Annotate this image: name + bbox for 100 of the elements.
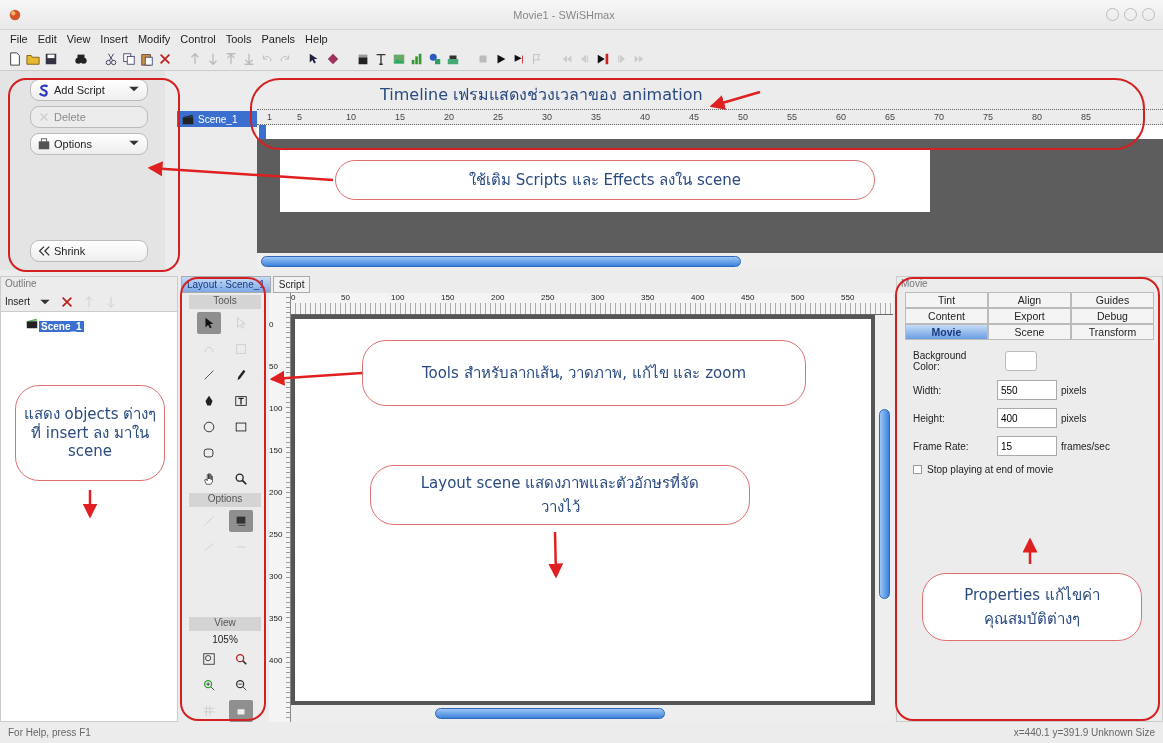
menu-item[interactable]: Help — [305, 33, 328, 45]
ruler-label: 150 — [269, 446, 284, 457]
annotation-arrow — [709, 90, 761, 110]
new-document-icon[interactable] — [8, 52, 22, 66]
zoom-in-icon[interactable] — [202, 678, 216, 692]
annotation-callout: แสดง objects ต่างๆ ที่ insert ลง มาใน scene — [15, 385, 165, 481]
rectangle-tool-icon[interactable] — [234, 420, 248, 434]
script-icon — [37, 83, 51, 97]
zoom-actual-icon[interactable] — [234, 652, 248, 666]
menu-item[interactable]: Insert — [100, 33, 128, 45]
frame-number: 80 — [1032, 112, 1043, 122]
frame-number: 5 — [297, 112, 303, 122]
input-field[interactable]: 400 — [997, 408, 1057, 428]
properties-tab[interactable]: Movie — [905, 324, 988, 340]
outline-item[interactable]: Scene_1 — [39, 321, 84, 332]
properties-tab[interactable]: Scene — [988, 324, 1071, 340]
scroll-thumb[interactable] — [435, 708, 665, 719]
delete-icon[interactable] — [158, 52, 172, 66]
paste-icon[interactable] — [140, 52, 154, 66]
insert-menu[interactable]: Insert — [5, 296, 30, 307]
menu-item[interactable]: File — [10, 33, 28, 45]
playhead-marker[interactable] — [259, 125, 266, 139]
frame-number: 20 — [444, 112, 455, 122]
ruler-label: 0 — [269, 320, 275, 331]
rounded-rectangle-icon[interactable] — [202, 446, 216, 460]
timeline-scene-row[interactable]: Scene_1 — [177, 111, 257, 127]
menu-item[interactable]: Tools — [225, 33, 252, 45]
save-icon[interactable] — [44, 52, 58, 66]
menu-item[interactable]: View — [66, 33, 91, 45]
zoom-fit-icon[interactable] — [202, 652, 216, 666]
line-tool-icon[interactable] — [202, 368, 216, 382]
frame-number: 15 — [395, 112, 406, 122]
frame-number: 50 — [738, 112, 749, 122]
zoom-level-dropdown[interactable]: 105% — [212, 634, 238, 645]
play-flag-icon[interactable] — [512, 52, 526, 66]
menu-item[interactable]: Control — [180, 33, 216, 45]
ruler-label: 350 — [269, 614, 284, 625]
panel-title: Outline — [1, 277, 177, 292]
field-label: Background Color: — [913, 350, 968, 372]
properties-tab[interactable]: Guides — [1071, 292, 1154, 308]
zoom-tool-icon[interactable] — [234, 472, 248, 486]
binoculars-icon[interactable] — [74, 52, 88, 66]
scroll-thumb[interactable] — [878, 409, 890, 599]
properties-tab[interactable]: Debug — [1071, 308, 1154, 324]
ruler-label: 300 — [269, 572, 284, 583]
zoom-out-icon[interactable] — [234, 678, 248, 692]
annotation-callout: ใช้เติม Scripts และ Effects ลงใน scene — [335, 160, 875, 200]
ruler-label: 100 — [269, 404, 284, 415]
annotation-arrow — [1022, 537, 1038, 564]
ruler-label: 500 — [791, 293, 841, 303]
properties-tab[interactable]: Tint — [905, 292, 988, 308]
menu-item[interactable]: Edit — [37, 33, 57, 45]
frame-number: 35 — [591, 112, 602, 122]
hand-tool-icon[interactable] — [202, 472, 216, 486]
text-tool-icon[interactable] — [234, 394, 248, 408]
frame-number: 40 — [640, 112, 651, 122]
annotation-callout: Layout scene แสดงภาพและตัวอักษรที่จัดวางไว้ — [370, 465, 750, 525]
copy-icon[interactable] — [122, 52, 136, 66]
unit-label: pixels — [1061, 412, 1087, 424]
frame-number: 70 — [934, 112, 945, 122]
script-panel-button[interactable]: Options — [30, 133, 148, 155]
open-folder-icon[interactable] — [26, 52, 40, 66]
stop-playing-checkbox[interactable]: Stop playing at end of movie — [913, 464, 1146, 475]
color-picker[interactable] — [1005, 351, 1037, 371]
cut-icon[interactable] — [104, 52, 118, 66]
ruler-label: 400 — [269, 656, 284, 667]
play-to-marker-icon[interactable] — [596, 52, 610, 66]
autoshape-icon[interactable] — [234, 514, 248, 528]
input-field[interactable]: 550 — [997, 380, 1057, 400]
ruler-label: 350 — [641, 293, 691, 303]
ruler-label: 0 — [291, 293, 341, 303]
diamond-icon[interactable] — [326, 52, 340, 66]
input-field[interactable]: 15 — [997, 436, 1057, 456]
properties-tab[interactable]: Transform — [1071, 324, 1154, 340]
properties-tab[interactable]: Export — [988, 308, 1071, 324]
ruler-label: 200 — [269, 488, 284, 499]
chart-icon[interactable] — [410, 52, 424, 66]
double-chevron-icon — [37, 244, 51, 258]
text-tool-icon[interactable] — [374, 52, 388, 66]
panel-tab[interactable]: Script — [272, 276, 311, 293]
frame-number: 25 — [493, 112, 504, 122]
shapes-icon[interactable] — [428, 52, 442, 66]
delete-icon[interactable] — [60, 294, 74, 309]
script-panel-button[interactable]: Add Script — [30, 79, 148, 101]
ruler-label: 100 — [391, 293, 441, 303]
ruler-label: 250 — [541, 293, 591, 303]
shrink-button[interactable]: Shrink — [30, 240, 148, 262]
properties-tab[interactable]: Align — [988, 292, 1071, 308]
frame-number: 60 — [836, 112, 847, 122]
clapper-icon — [25, 316, 39, 330]
app-logo-icon — [8, 7, 22, 22]
window-title: Movie1 - SWiSHmax — [512, 8, 616, 21]
scroll-thumb[interactable] — [261, 256, 741, 267]
properties-tab[interactable]: Content — [905, 308, 988, 324]
ruler-label: 50 — [341, 293, 391, 303]
ellipse-tool-icon[interactable] — [202, 420, 216, 434]
scene-icon[interactable] — [356, 52, 370, 66]
menu-item[interactable]: Panels — [261, 33, 296, 45]
annotation-callout: Properties แก้ไขค่า คุณสมบัติต่างๆ — [922, 573, 1142, 641]
menu-item[interactable]: Modify — [137, 33, 171, 45]
